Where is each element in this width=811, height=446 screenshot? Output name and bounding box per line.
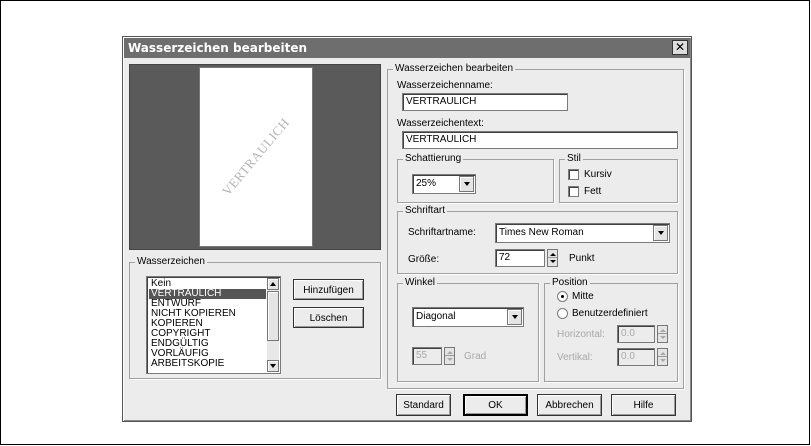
vertical-label: Vertikal: — [557, 352, 593, 363]
watermark-preview: VERTRAULICH — [129, 64, 381, 250]
shading-value: 25% — [416, 178, 437, 189]
preview-watermark-text: VERTRAULICH — [218, 114, 293, 199]
help-button[interactable]: Hilfe — [611, 394, 676, 416]
ok-button[interactable]: OK — [463, 394, 528, 416]
bold-checkbox[interactable] — [568, 186, 579, 197]
vertical-spinner[interactable] — [657, 348, 668, 366]
watermark-list-items: Kein VERTRAULICH ENTWURF NICHT KOPIEREN KOPI… — [149, 279, 266, 369]
watermarks-group: Wasserzeichen Kein VERTRAULICH ENTWURF NICH… — [129, 256, 381, 379]
chevron-down-icon[interactable] — [507, 309, 522, 325]
spin-up-icon[interactable] — [445, 348, 454, 356]
watermark-edit-dialog: Wasserzeichen bearbeiten ✕ VERTRAULICH W… — [122, 36, 692, 422]
watermark-list-scrollbar[interactable] — [267, 278, 279, 372]
watermark-text-label: Wasserzeichentext: — [397, 118, 484, 129]
watermarks-group-legend: Wasserzeichen — [135, 256, 207, 268]
style-legend: Stil — [565, 153, 583, 165]
dialog-title: Wasserzeichen bearbeiten — [128, 41, 308, 55]
spin-up-icon[interactable] — [658, 326, 667, 334]
spin-down-icon[interactable] — [658, 334, 667, 342]
scroll-down-icon[interactable] — [267, 360, 279, 372]
chevron-down-icon[interactable] — [459, 176, 474, 192]
chevron-down-icon[interactable] — [653, 225, 668, 241]
watermark-name-label: Wasserzeichenname: — [397, 80, 493, 91]
standard-button[interactable]: Standard — [396, 394, 451, 416]
edit-watermark-group-legend: Wasserzeichen bearbeiten — [393, 63, 516, 75]
angle-degrees-spinner[interactable] — [444, 347, 455, 365]
add-watermark-button[interactable]: Hinzufügen — [293, 279, 364, 300]
watermark-name-field[interactable]: VERTRAULICH — [402, 93, 568, 111]
font-name-dropdown[interactable]: Times New Roman — [495, 223, 670, 243]
scroll-thumb[interactable] — [267, 291, 279, 341]
spin-up-icon[interactable] — [658, 349, 667, 357]
font-group: Schriftart Schriftartname: Times New Rom… — [397, 205, 678, 274]
title-bar[interactable]: Wasserzeichen bearbeiten ✕ — [124, 38, 690, 58]
edit-watermark-group: Wasserzeichen bearbeiten Wasserzeichenna… — [387, 63, 684, 389]
angle-dropdown[interactable]: Diagonal — [412, 307, 524, 327]
horizontal-label: Horizontal: — [557, 329, 605, 340]
position-custom-label: Benutzerdefiniert — [572, 308, 648, 319]
position-legend: Position — [550, 277, 590, 289]
position-custom-radio[interactable] — [557, 308, 568, 319]
angle-legend: Winkel — [403, 277, 438, 289]
horizontal-field[interactable]: 0.0 — [617, 325, 655, 343]
font-size-field[interactable]: 72 — [495, 249, 545, 267]
style-group: Stil Kursiv Fett — [559, 153, 678, 203]
scroll-up-icon[interactable] — [267, 278, 279, 290]
spin-up-icon[interactable] — [548, 250, 557, 258]
italic-label: Kursiv — [584, 169, 612, 180]
font-legend: Schriftart — [403, 205, 448, 217]
angle-degrees-unit: Grad — [464, 351, 487, 362]
font-size-label: Größe: — [408, 254, 440, 265]
position-center-label: Mitte — [572, 291, 594, 302]
font-name-label: Schriftartname: — [408, 227, 476, 238]
spin-down-icon[interactable] — [658, 357, 667, 365]
angle-degrees-field[interactable]: 55 — [412, 347, 442, 365]
preview-page: VERTRAULICH — [199, 67, 313, 247]
shading-legend: Schattierung — [403, 153, 464, 165]
angle-group: Winkel Diagonal 55 Grad — [397, 277, 539, 382]
font-size-spinner[interactable] — [547, 249, 558, 267]
shading-group: Schattierung 25% — [397, 153, 554, 203]
italic-checkbox[interactable] — [568, 169, 579, 180]
watermark-list[interactable]: Kein VERTRAULICH ENTWURF NICHT KOPIEREN KOPI… — [146, 276, 281, 374]
spin-down-icon[interactable] — [548, 258, 557, 266]
horizontal-spinner[interactable] — [657, 325, 668, 343]
delete-watermark-button[interactable]: Löschen — [293, 307, 364, 328]
watermark-list-item[interactable]: ARBEITSKOPIE — [149, 359, 266, 369]
cancel-button[interactable]: Abbrechen — [537, 394, 602, 416]
position-group: Position Mitte Benutzerdefiniert Horizon… — [544, 277, 678, 382]
spin-down-icon[interactable] — [445, 356, 454, 364]
position-center-radio[interactable] — [557, 291, 568, 302]
close-icon[interactable]: ✕ — [672, 40, 688, 55]
font-name-value: Times New Roman — [499, 227, 584, 238]
watermark-text-field[interactable]: VERTRAULICH — [402, 131, 678, 149]
font-size-unit: Punkt — [569, 253, 595, 264]
bold-label: Fett — [584, 186, 602, 197]
shading-dropdown[interactable]: 25% — [412, 174, 476, 194]
vertical-field[interactable]: 0.0 — [617, 348, 655, 366]
angle-value: Diagonal — [416, 311, 456, 322]
